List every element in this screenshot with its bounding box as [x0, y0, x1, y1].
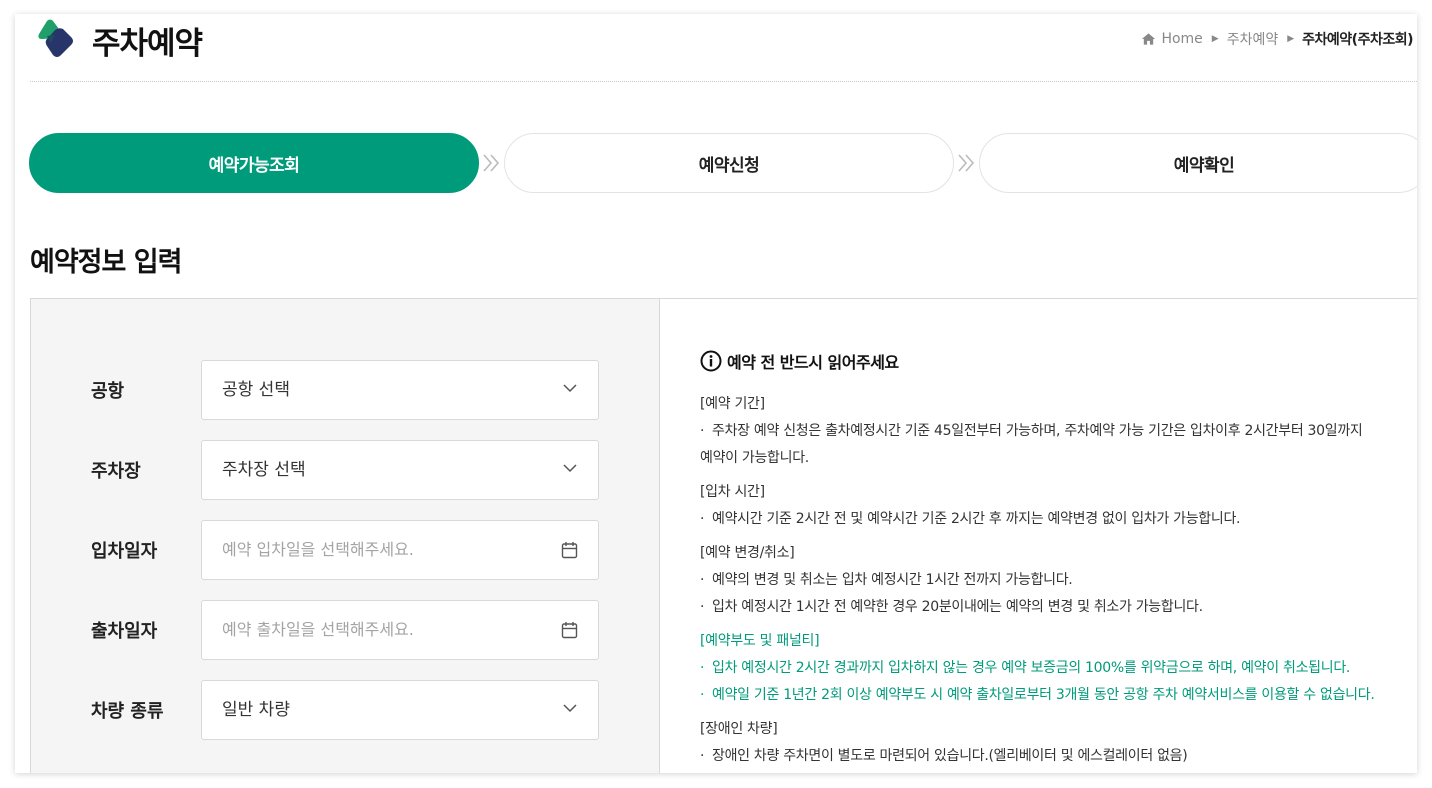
double-chevron-right-icon [958, 154, 975, 172]
vehicle-type-label: 차량 종류 [91, 701, 164, 722]
entry-date-label: 입차일자 [91, 541, 158, 562]
notice-section-title: [예약부도 및 패널티] [700, 633, 820, 649]
notice-heading: 예약 전 반드시 읽어주세요 [700, 349, 899, 373]
step-application[interactable]: 예약신청 [504, 133, 954, 193]
parking-row: 주차장 주차장 선택 [31, 440, 661, 500]
notice-section-penalty: [예약부도 및 패널티] · 입차 예정시간 2시간 경과까지 입차하지 않는 경… [700, 628, 1410, 709]
notice-line: · 장애인 차량 주차면이 별도로 마련되어 있습니다.(엘리베이터 및 에스컬레… [700, 748, 1188, 764]
notice-line: 예약이 가능합니다. [700, 450, 809, 466]
notice-section-title: [예약 기간] [700, 396, 765, 412]
breadcrumb-parking-reservation[interactable]: 주차예약 [1227, 29, 1279, 49]
breadcrumb-home[interactable]: Home [1161, 31, 1202, 47]
exit-date-label: 출차일자 [91, 621, 158, 642]
chevron-down-icon [563, 384, 577, 393]
notice-panel: 예약 전 반드시 읽어주세요 [예약 기간] · 주차장 예약 신청은 출차예정시… [659, 298, 1417, 773]
notice-line: · 예약의 변경 및 취소는 입차 예정시간 1시간 전까지 가능합니다. [700, 572, 1073, 588]
exit-date-input[interactable]: 예약 출차일을 선택해주세요. [201, 600, 599, 660]
exit-date-row: 출차일자 예약 출차일을 선택해주세요. [31, 600, 661, 660]
notice-line: · 예약시간 기준 2시간 전 및 예약시간 기준 2시간 후 까지는 예약변경 … [700, 511, 1241, 527]
calendar-icon[interactable] [561, 621, 578, 639]
airport-select[interactable]: 공항 선택 [201, 360, 599, 420]
section-title: 예약정보 입력 [30, 247, 182, 278]
notice-body: [예약 기간] · 주차장 예약 신청은 출차예정시간 기준 45일전부터 가능하… [700, 391, 1410, 773]
step-confirmation[interactable]: 예약확인 [979, 133, 1417, 193]
header-divider [30, 81, 1417, 82]
breadcrumb-separator-icon: ▶ [1211, 34, 1219, 44]
parking-label: 주차장 [91, 461, 141, 482]
airport-row: 공항 공항 선택 [31, 360, 661, 420]
chevron-down-icon [563, 464, 577, 473]
notice-section-title: [입차 시간] [700, 484, 765, 500]
home-icon[interactable] [1141, 32, 1156, 46]
parking-select[interactable]: 주차장 선택 [201, 440, 599, 500]
breadcrumb-separator-icon: ▶ [1287, 34, 1295, 44]
notice-line: · 예약일 기준 1년간 2회 이상 예약부도 시 예약 출차일로부터 3개월 동… [700, 687, 1375, 703]
entry-date-input[interactable]: 예약 입차일을 선택해주세요. [201, 520, 599, 580]
notice-section-entry-time: [입차 시간] · 예약시간 기준 2시간 전 및 예약시간 기준 2시간 후 까… [700, 479, 1410, 533]
breadcrumb-current: 주차예약(주차조회) [1302, 32, 1413, 48]
calendar-icon[interactable] [561, 541, 578, 559]
notice-line: · 주차장 예약 신청은 출차예정시간 기준 45일전부터 가능하며, 주차예약 … [700, 423, 1363, 439]
vehicle-type-value: 일반 차량 [222, 700, 290, 720]
breadcrumb: Home ▶ 주차예약 ▶ 주차예약(주차조회) [1141, 29, 1413, 49]
airport-label: 공항 [91, 381, 125, 402]
notice-section-change-cancel: [예약 변경/취소] · 예약의 변경 및 취소는 입차 예정시간 1시간 전까지… [700, 540, 1410, 621]
entry-date-row: 입차일자 예약 입차일을 선택해주세요. [31, 520, 661, 580]
browser-window: 주차예약 Home ▶ 주차예약 ▶ 주차예약(주차조회) 예약가능조회 예약신… [15, 14, 1417, 773]
notice-line: · 입차 예정시간 1시간 전 예약한 경우 20분이내에는 예약의 변경 및 취… [700, 599, 1203, 615]
info-icon [700, 350, 722, 372]
chevron-down-icon [563, 704, 577, 713]
notice-section-period: [예약 기간] · 주차장 예약 신청은 출차예정시간 기준 45일전부터 가능하… [700, 391, 1410, 472]
notice-section-disabled-vehicle: [장애인 차량] · 장애인 차량 주차면이 별도로 마련되어 있습니다.(엘리베… [700, 716, 1410, 770]
exit-date-placeholder: 예약 출차일을 선택해주세요. [222, 620, 414, 639]
notice-line: · 입차 예정시간 2시간 경과까지 입차하지 않는 경우 예약 보증금의 100… [700, 660, 1351, 676]
notice-section-title: [예약 변경/취소] [700, 545, 795, 561]
vehicle-type-select[interactable]: 일반 차량 [201, 680, 599, 740]
page-header: 주차예약 Home ▶ 주차예약 ▶ 주차예약(주차조회) [15, 14, 1417, 84]
notice-section-title: [장애인 차량] [700, 721, 778, 737]
reservation-steps: 예약가능조회 예약신청 예약확인 [29, 133, 1417, 193]
reservation-form: 공항 공항 선택 주차장 주차장 선택 입차일자 예약 입차일을 선택해주세요. [30, 298, 660, 773]
notice-heading-text: 예약 전 반드시 읽어주세요 [727, 353, 899, 372]
step-availability[interactable]: 예약가능조회 [29, 133, 479, 193]
page-title: 주차예약 [92, 26, 203, 62]
parking-select-value: 주차장 선택 [222, 460, 306, 480]
double-chevron-right-icon [483, 154, 500, 172]
logo-icon [38, 19, 73, 57]
entry-date-placeholder: 예약 입차일을 선택해주세요. [222, 540, 414, 559]
vehicle-type-row: 차량 종류 일반 차량 [31, 680, 661, 740]
airport-select-value: 공항 선택 [222, 380, 290, 400]
